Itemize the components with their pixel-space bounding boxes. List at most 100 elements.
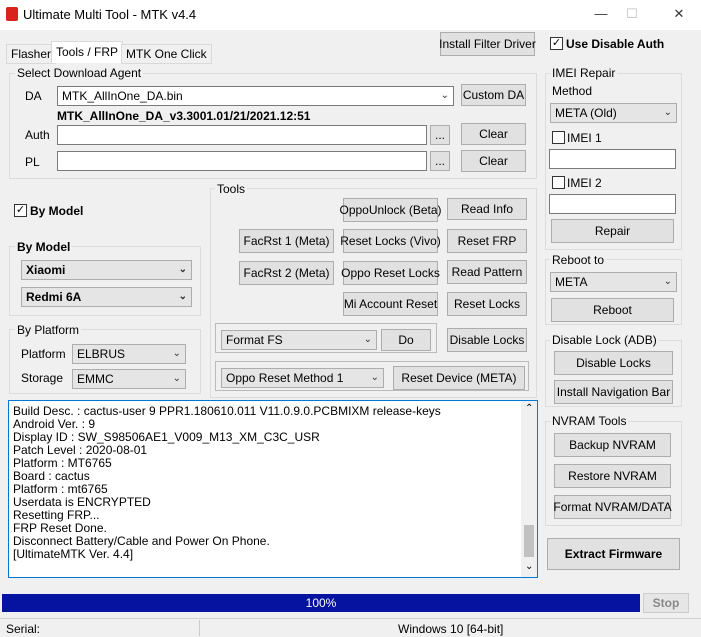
facrst2-button[interactable]: FacRst 2 (Meta) (239, 261, 334, 285)
window-title: Ultimate Multi Tool - MTK v4.4 (23, 7, 197, 22)
status-bar: Serial: Windows 10 [64-bit] (0, 618, 701, 637)
method-label: Method (552, 84, 593, 98)
log-line: Platform : mt6765 (13, 482, 108, 496)
log-line: FRP Reset Done. (13, 521, 107, 535)
format-nvram-data-button[interactable]: Format NVRAM/DATA (553, 495, 672, 519)
imei-repair-title: IMEI Repair (550, 66, 618, 80)
tab-flasher[interactable]: Flasher (6, 44, 57, 64)
auth-browse-button[interactable]: ... (430, 125, 450, 145)
auth-clear-button[interactable]: Clear (461, 123, 526, 145)
log-line: [UltimateMTK Ver. 4.4] (13, 547, 134, 561)
storage-select[interactable]: EMMC ⌄ (72, 369, 186, 389)
reboot-title: Reboot to (550, 253, 607, 267)
imei-method-select[interactable]: META (Old) ⌄ (550, 103, 677, 123)
adb-disable-locks-button[interactable]: Disable Locks (554, 351, 673, 375)
reboot-select[interactable]: META ⌄ (550, 272, 677, 292)
model-select-value: Redmi 6A (26, 290, 82, 304)
log-line: Patch Level : 2020-08-01 (13, 443, 148, 457)
chevron-up-icon[interactable]: ⌃ (525, 403, 533, 414)
oppo-method-select[interactable]: Oppo Reset Method 1 ⌄ (221, 368, 384, 388)
maximize-icon[interactable]: ☐ (617, 4, 647, 24)
scrollbar-thumb[interactable] (524, 525, 534, 557)
platform-label: Platform (21, 347, 66, 361)
pl-clear-button[interactable]: Clear (461, 150, 526, 172)
disable-locks-button[interactable]: Disable Locks (447, 328, 527, 352)
chevron-down-icon: ⌄ (178, 264, 187, 275)
stop-button[interactable]: Stop (643, 593, 689, 613)
log-output[interactable]: Build Desc. : cactus-user 9 PPR1.180610.… (8, 400, 538, 578)
minimize-icon[interactable]: — (586, 4, 616, 24)
pl-input[interactable] (57, 151, 427, 171)
download-agent-title: Select Download Agent (15, 66, 144, 80)
reset-locks-vivo-button[interactable]: Reset Locks (Vivo) (340, 229, 441, 253)
chevron-down-icon: ⌄ (172, 373, 181, 384)
da-select[interactable]: MTK_AllInOne_DA.bin ⌄ (57, 86, 454, 106)
imei1-label: IMEI 1 (567, 131, 602, 145)
reboot-select-value: META (555, 275, 588, 289)
log-line: Board : cactus (13, 469, 90, 483)
oppo-unlock-button[interactable]: OppoUnlock (Beta) (339, 198, 442, 222)
disable-lock-adb-title: Disable Lock (ADB) (550, 333, 659, 347)
reset-device-meta-button[interactable]: Reset Device (META) (393, 366, 525, 390)
mi-account-reset-button[interactable]: Mi Account Reset (343, 292, 438, 316)
backup-nvram-button[interactable]: Backup NVRAM (554, 433, 671, 457)
progress-bar: 100% (2, 594, 640, 612)
reboot-button[interactable]: Reboot (551, 298, 674, 322)
oppo-reset-locks-button[interactable]: Oppo Reset Locks (341, 261, 440, 285)
repair-button[interactable]: Repair (551, 219, 674, 243)
chevron-down-icon: ⌄ (440, 90, 449, 101)
serial-label: Serial: (6, 622, 41, 636)
extract-firmware-button[interactable]: Extract Firmware (547, 538, 680, 570)
read-pattern-button[interactable]: Read Pattern (447, 260, 527, 284)
da-select-value: MTK_AllInOne_DA.bin (62, 89, 183, 103)
auth-input[interactable] (57, 125, 427, 145)
reset-frp-button[interactable]: Reset FRP (447, 229, 527, 253)
chevron-down-icon: ⌄ (363, 334, 372, 345)
use-disable-auth-label: Use Disable Auth (566, 37, 665, 51)
use-disable-auth-checkbox[interactable]: ✓ (550, 37, 563, 50)
facrst1-button[interactable]: FacRst 1 (Meta) (239, 229, 334, 253)
imei1-input[interactable] (549, 149, 676, 169)
da-info: MTK_AllInOne_DA_v3.3001.01/21/2021.12:51 (57, 109, 311, 123)
read-info-button[interactable]: Read Info (447, 198, 527, 220)
title-bar: Ultimate Multi Tool - MTK v4.4 — ☐ ✕ (0, 0, 701, 30)
model-select[interactable]: Redmi 6A ⌄ (21, 287, 192, 307)
imei2-checkbox[interactable] (552, 176, 565, 189)
log-line: Build Desc. : cactus-user 9 PPR1.180610.… (13, 404, 441, 418)
storage-label: Storage (21, 371, 64, 385)
os-label: Windows 10 [64-bit] (398, 622, 504, 636)
platform-select-value: ELBRUS (77, 347, 126, 361)
log-line: Disconnect Battery/Cable and Power On Ph… (13, 534, 270, 548)
by-model-check-label: By Model (30, 204, 84, 218)
pl-browse-button[interactable]: ... (430, 151, 450, 171)
format-select-value: Format FS (226, 333, 283, 347)
reset-locks-button[interactable]: Reset Locks (447, 292, 527, 316)
nvram-tools-title: NVRAM Tools (550, 414, 629, 428)
install-filter-driver-button[interactable]: Install Filter Driver (439, 32, 536, 56)
platform-select[interactable]: ELBRUS ⌄ (72, 344, 186, 364)
close-icon[interactable]: ✕ (664, 4, 694, 24)
chevron-down-icon[interactable]: ⌄ (525, 561, 533, 572)
by-model-checkbox[interactable]: ✓ (14, 204, 27, 217)
imei1-checkbox[interactable] (552, 131, 565, 144)
imei2-input[interactable] (549, 194, 676, 214)
tab-mtk-one-click[interactable]: MTK One Click (121, 44, 212, 64)
custom-da-button[interactable]: Custom DA (461, 84, 526, 106)
pl-label: PL (25, 155, 40, 169)
brand-select[interactable]: Xiaomi ⌄ (21, 260, 192, 280)
imei-method-select-value: META (Old) (555, 106, 617, 120)
log-line: Android Ver. : 9 (13, 417, 96, 431)
chevron-down-icon: ⌄ (172, 348, 181, 359)
log-line: Display ID : SW_S98506AE1_V009_M13_XM_C3… (13, 430, 320, 444)
do-button[interactable]: Do (381, 329, 431, 351)
status-divider (199, 620, 200, 636)
da-label: DA (25, 89, 42, 103)
restore-nvram-button[interactable]: Restore NVRAM (554, 464, 671, 488)
oppo-method-select-value: Oppo Reset Method 1 (226, 371, 344, 385)
tab-tools-frp[interactable]: Tools / FRP (51, 41, 124, 63)
install-navigation-bar-button[interactable]: Install Navigation Bar (554, 380, 673, 404)
format-select[interactable]: Format FS ⌄ (221, 330, 377, 350)
log-line: Userdata is ENCRYPTED (13, 495, 151, 509)
chevron-down-icon: ⌄ (663, 107, 672, 118)
log-scrollbar[interactable]: ⌃ ⌄ (521, 401, 537, 577)
